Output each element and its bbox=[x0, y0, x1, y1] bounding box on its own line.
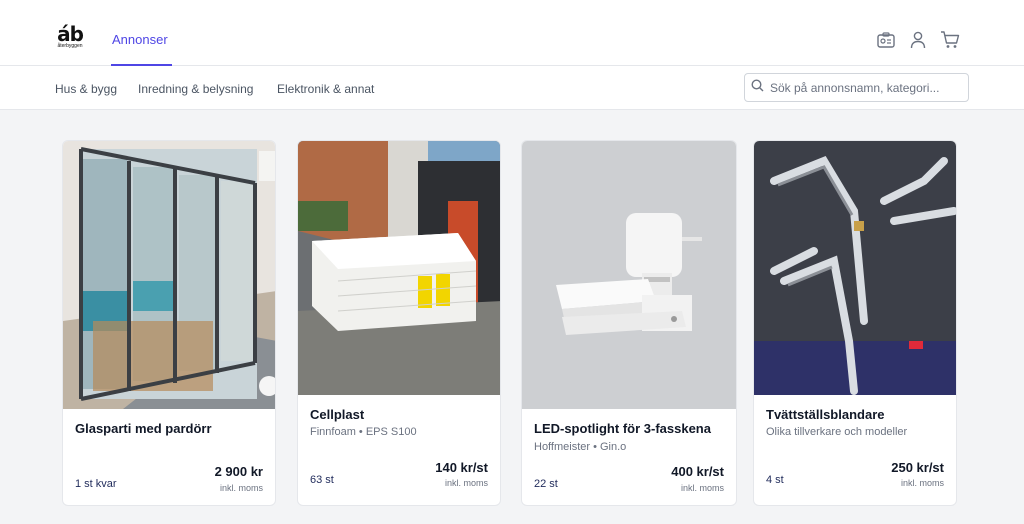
listing-body: Tvättställsblandare Olika tillverkare oc… bbox=[754, 395, 956, 505]
listing-card-glasparti[interactable]: Glasparti med pardörr 2 900 kr 1 st kvar… bbox=[62, 140, 276, 506]
listing-quantity: 1 st kvar bbox=[75, 478, 117, 490]
top-navigation-bar: áb återbyggen Annonser bbox=[0, 0, 1024, 66]
listing-quantity: 4 st bbox=[766, 474, 784, 486]
listing-title: LED-spotlight för 3-fasskena bbox=[534, 421, 711, 436]
brand-logo[interactable]: áb återbyggen bbox=[56, 22, 84, 54]
logo-text: återbyggen bbox=[57, 43, 83, 49]
listing-title: Glasparti med pardörr bbox=[75, 421, 212, 436]
cart-icon[interactable] bbox=[940, 30, 960, 50]
listing-title: Cellplast bbox=[310, 407, 365, 422]
listing-price: 2 900 kr bbox=[214, 464, 263, 479]
listing-body: Cellplast Finnfoam • EPS S100 140 kr/st … bbox=[298, 395, 500, 505]
search-input[interactable] bbox=[770, 80, 960, 95]
listing-price: 250 kr/st bbox=[891, 460, 944, 475]
header-actions bbox=[876, 30, 960, 50]
listing-image bbox=[63, 141, 275, 409]
listing-body: LED-spotlight för 3-fasskena Hoffmeister… bbox=[522, 409, 736, 505]
listing-card-led-spotlight[interactable]: LED-spotlight för 3-fasskena Hoffmeister… bbox=[521, 140, 737, 506]
listing-price: 140 kr/st bbox=[435, 460, 488, 475]
seller-badge-icon[interactable] bbox=[876, 30, 896, 50]
listing-vat-note: inkl. moms bbox=[219, 483, 263, 493]
listing-price: 400 kr/st bbox=[671, 464, 724, 479]
listing-title: Tvättställsblandare bbox=[766, 407, 885, 422]
listing-image bbox=[522, 141, 736, 409]
logo-mark: áb bbox=[57, 22, 84, 46]
user-icon[interactable] bbox=[908, 30, 928, 50]
listing-subtitle: Hoffmeister • Gin.o bbox=[534, 441, 627, 453]
listing-vat-note: inkl. moms bbox=[900, 478, 944, 488]
listing-image bbox=[298, 141, 500, 395]
category-elektronik-annat[interactable]: Elektronik & annat bbox=[277, 82, 374, 96]
category-hus-bygg[interactable]: Hus & bygg bbox=[55, 82, 117, 96]
listing-subtitle: Olika tillverkare och modeller bbox=[766, 426, 908, 438]
listing-card-tvattstallsblandare[interactable]: Tvättställsblandare Olika tillverkare oc… bbox=[753, 140, 957, 506]
listing-vat-note: inkl. moms bbox=[680, 483, 724, 493]
search-box bbox=[744, 73, 969, 102]
listing-card-cellplast[interactable]: Cellplast Finnfoam • EPS S100 140 kr/st … bbox=[297, 140, 501, 506]
category-bar: Hus & bygg Inredning & belysning Elektro… bbox=[0, 66, 1024, 110]
category-inredning-belysning[interactable]: Inredning & belysning bbox=[138, 82, 253, 96]
search-icon bbox=[751, 78, 764, 97]
listing-image bbox=[754, 141, 956, 395]
listing-quantity: 22 st bbox=[534, 478, 558, 490]
listing-quantity: 63 st bbox=[310, 474, 334, 486]
listing-subtitle: Finnfoam • EPS S100 bbox=[310, 426, 417, 438]
tab-annonser[interactable]: Annonser bbox=[112, 32, 168, 47]
listing-body: Glasparti med pardörr 2 900 kr 1 st kvar… bbox=[63, 409, 275, 505]
listing-vat-note: inkl. moms bbox=[444, 478, 488, 488]
